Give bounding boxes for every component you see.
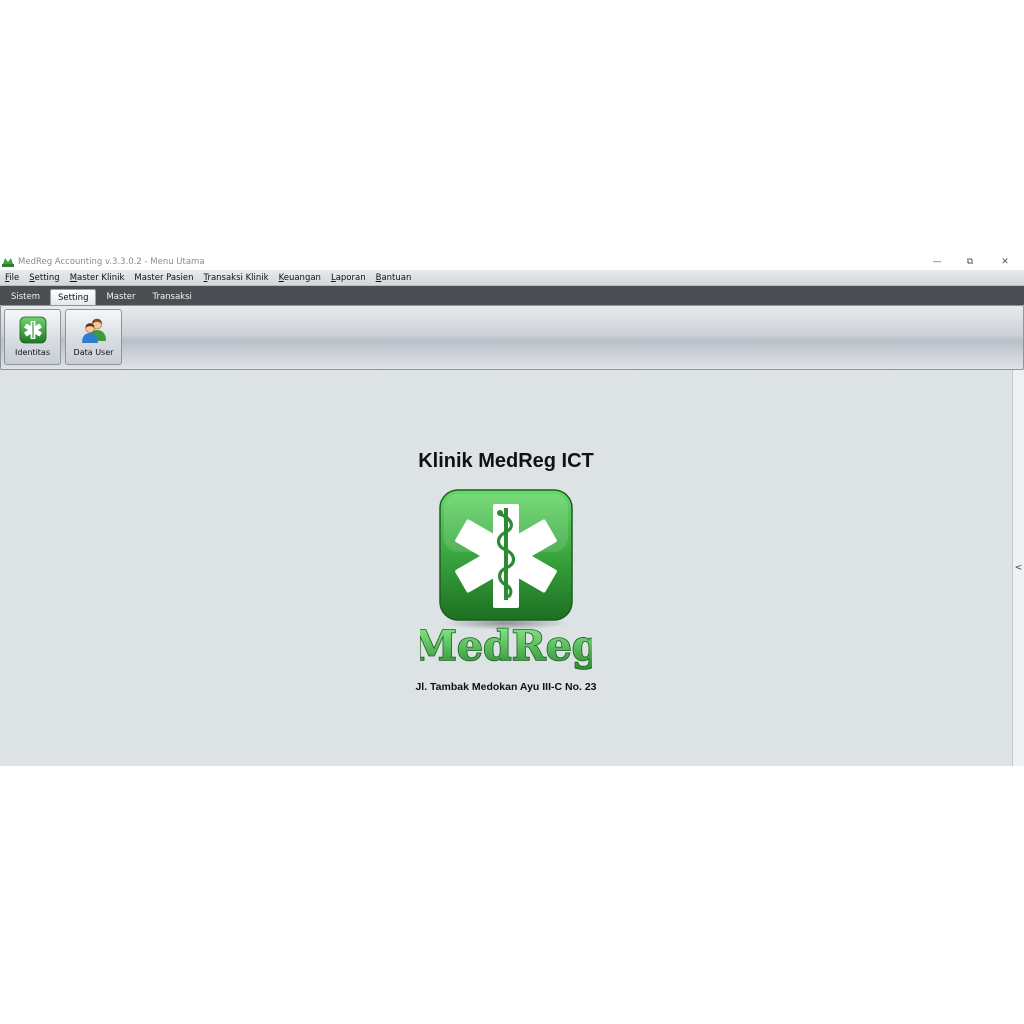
ribbon-tab-strip: Sistem Setting Master Transaksi <box>0 286 1024 305</box>
close-button[interactable]: ✕ <box>990 254 1020 270</box>
menu-keuangan[interactable]: Keuangan <box>274 273 326 283</box>
star-of-life-icon <box>19 316 46 344</box>
side-panel-toggle[interactable]: < <box>1015 563 1023 573</box>
data-user-label: Data User <box>73 348 114 357</box>
tab-master[interactable]: Master <box>99 289 142 305</box>
tab-sistem[interactable]: Sistem <box>4 289 47 305</box>
side-panel[interactable]: < <box>1012 370 1024 766</box>
users-icon <box>81 318 106 343</box>
menu-bar: File Setting Master Klinik Master Pasien… <box>0 270 1024 286</box>
menu-master-pasien[interactable]: Master Pasien <box>129 273 198 283</box>
tab-setting[interactable]: Setting <box>50 289 97 305</box>
menu-transaksi-klinik[interactable]: Transaksi Klinik <box>199 273 274 283</box>
restore-button[interactable]: ⧉ <box>955 254 985 270</box>
clinic-name: Klinik MedReg ICT <box>418 450 594 472</box>
menu-master-klinik[interactable]: Master Klinik <box>65 273 130 283</box>
logo-wordmark: MedReg <box>420 622 592 670</box>
title-bar: MedReg Accounting v.3.3.0.2 - Menu Utama… <box>0 254 1024 270</box>
tab-transaksi[interactable]: Transaksi <box>146 289 199 305</box>
medreg-logo: MedReg <box>420 489 592 671</box>
app-window: MedReg Accounting v.3.3.0.2 - Menu Utama… <box>0 254 1024 766</box>
menu-bantuan[interactable]: Bantuan <box>371 273 417 283</box>
identitas-label: Identitas <box>15 348 50 357</box>
ribbon-panel: Identitas Data User <box>0 305 1024 370</box>
medreg-app-icon <box>2 256 14 268</box>
window-title: MedReg Accounting v.3.3.0.2 - Menu Utama <box>18 257 205 267</box>
menu-laporan[interactable]: Laporan <box>326 273 371 283</box>
main-content: Klinik MedReg ICT MedReg Jl. Tambak Medo… <box>0 370 1012 766</box>
identitas-button[interactable]: Identitas <box>4 309 61 365</box>
menu-setting[interactable]: Setting <box>24 273 64 283</box>
clinic-address: Jl. Tambak Medokan Ayu III-C No. 23 <box>415 681 597 693</box>
minimize-button[interactable]: — <box>922 254 952 270</box>
menu-file[interactable]: File <box>0 273 24 283</box>
data-user-button[interactable]: Data User <box>65 309 122 365</box>
